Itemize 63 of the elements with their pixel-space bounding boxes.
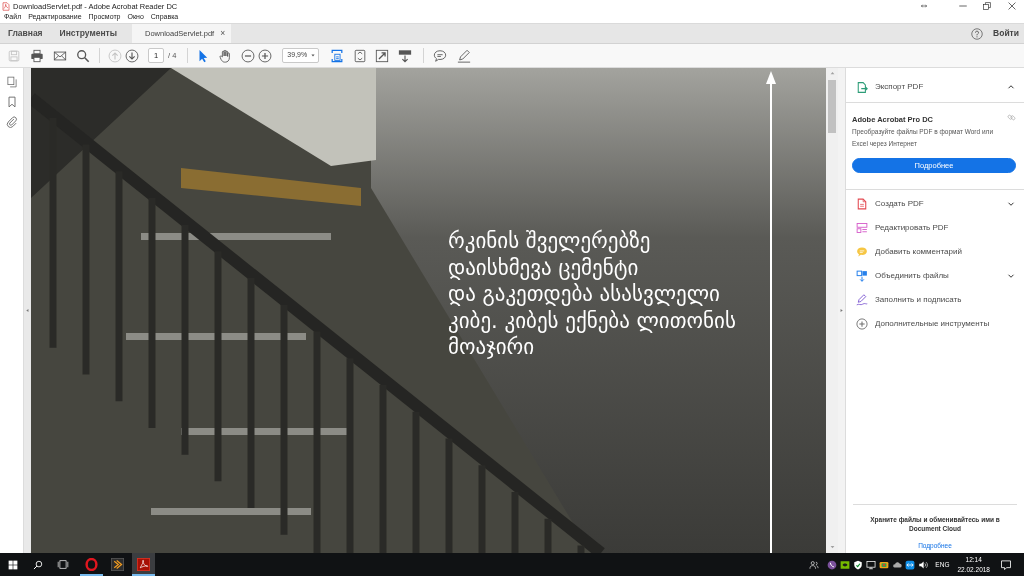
paperclip-icon[interactable] xyxy=(5,116,18,128)
scroll-page-icon[interactable] xyxy=(330,48,345,63)
scrollbar-thumb[interactable] xyxy=(828,80,836,133)
people-icon[interactable] xyxy=(809,559,820,570)
printer-icon[interactable] xyxy=(30,48,44,63)
taskbar-app-button[interactable] xyxy=(132,553,155,576)
tool-item[interactable]: Объединить файлы xyxy=(846,264,1024,288)
tool-item[interactable]: Дополнительные инструменты xyxy=(846,312,1024,336)
tab[interactable]: Главная xyxy=(1,24,50,43)
tool-header[interactable]: Экспорт PDF xyxy=(846,80,1024,94)
close-tab-button[interactable]: × xyxy=(220,28,226,39)
resize-arrows-icon[interactable] xyxy=(920,3,928,9)
document-icon xyxy=(856,198,868,210)
speech-bubble-icon xyxy=(856,246,868,258)
stacked-tile-icon[interactable] xyxy=(879,559,890,570)
notification-icon[interactable] xyxy=(1000,558,1012,571)
chevron-down-icon[interactable] xyxy=(1007,200,1015,208)
help-icon[interactable] xyxy=(971,27,984,40)
shield-check-icon[interactable] xyxy=(853,559,864,570)
chevrons-tile-icon xyxy=(110,558,124,571)
envelope-icon[interactable] xyxy=(53,48,67,63)
tray-down-arrow-icon[interactable] xyxy=(397,48,412,63)
expand-icon[interactable] xyxy=(375,48,390,63)
pages-icon[interactable] xyxy=(5,76,18,88)
speech-bubble-icon[interactable] xyxy=(432,48,447,63)
chevron-up-icon[interactable] xyxy=(1007,83,1015,91)
phone-bubble-icon[interactable] xyxy=(827,559,838,570)
ring-logo-icon xyxy=(84,558,98,571)
speaker-icon[interactable] xyxy=(918,559,929,570)
caret-icon xyxy=(310,53,317,58)
minus-circle-icon[interactable] xyxy=(240,48,255,63)
fit-page-icon[interactable] xyxy=(352,48,367,63)
hand-icon[interactable] xyxy=(218,48,233,63)
bookmark-icon[interactable] xyxy=(5,96,18,108)
down-arrow-circle-icon[interactable] xyxy=(124,48,139,63)
chevron-down-icon[interactable] xyxy=(1007,272,1015,280)
pdf-tile-icon xyxy=(136,558,150,571)
task-view-icon[interactable] xyxy=(57,559,69,570)
eye-tile-icon[interactable] xyxy=(840,559,851,570)
photo-caption: რკინის შველერებზე დაისხმევა ცემენტი და გაკეთდება ასასვლელი კიბე. კიბეს ექნება ლითონის მოაჯირი xyxy=(448,228,736,361)
monitor-icon[interactable] xyxy=(866,559,877,570)
export-document-icon xyxy=(856,80,868,94)
cloud-icon[interactable] xyxy=(892,559,903,570)
tool-item[interactable]: Редактировать PDF xyxy=(846,216,1024,240)
close-icon[interactable] xyxy=(1007,1,1017,11)
pdf-file-icon xyxy=(2,1,10,11)
layout-blocks-icon xyxy=(856,222,868,234)
tab[interactable]: Инструменты xyxy=(52,24,124,43)
plus-circle-icon[interactable] xyxy=(257,48,272,63)
search-icon[interactable] xyxy=(33,559,43,570)
search-icon[interactable] xyxy=(76,48,90,63)
plus-circle-icon xyxy=(856,318,868,330)
pen-signature-icon xyxy=(856,294,868,306)
double-arrow-tile-icon[interactable] xyxy=(905,559,916,570)
restore-icon[interactable] xyxy=(982,1,992,11)
tool-item[interactable]: Заполнить и подписать xyxy=(846,288,1024,312)
link-icon xyxy=(1007,113,1016,122)
combine-files-icon xyxy=(856,270,868,282)
sign-in-button[interactable]: Войти xyxy=(993,28,1019,39)
tool-item[interactable]: Создать PDF xyxy=(846,192,1024,216)
tool-item[interactable]: Добавить комментарий xyxy=(846,240,1024,264)
pen-icon[interactable] xyxy=(456,48,471,63)
windows-logo-icon[interactable] xyxy=(8,559,18,570)
